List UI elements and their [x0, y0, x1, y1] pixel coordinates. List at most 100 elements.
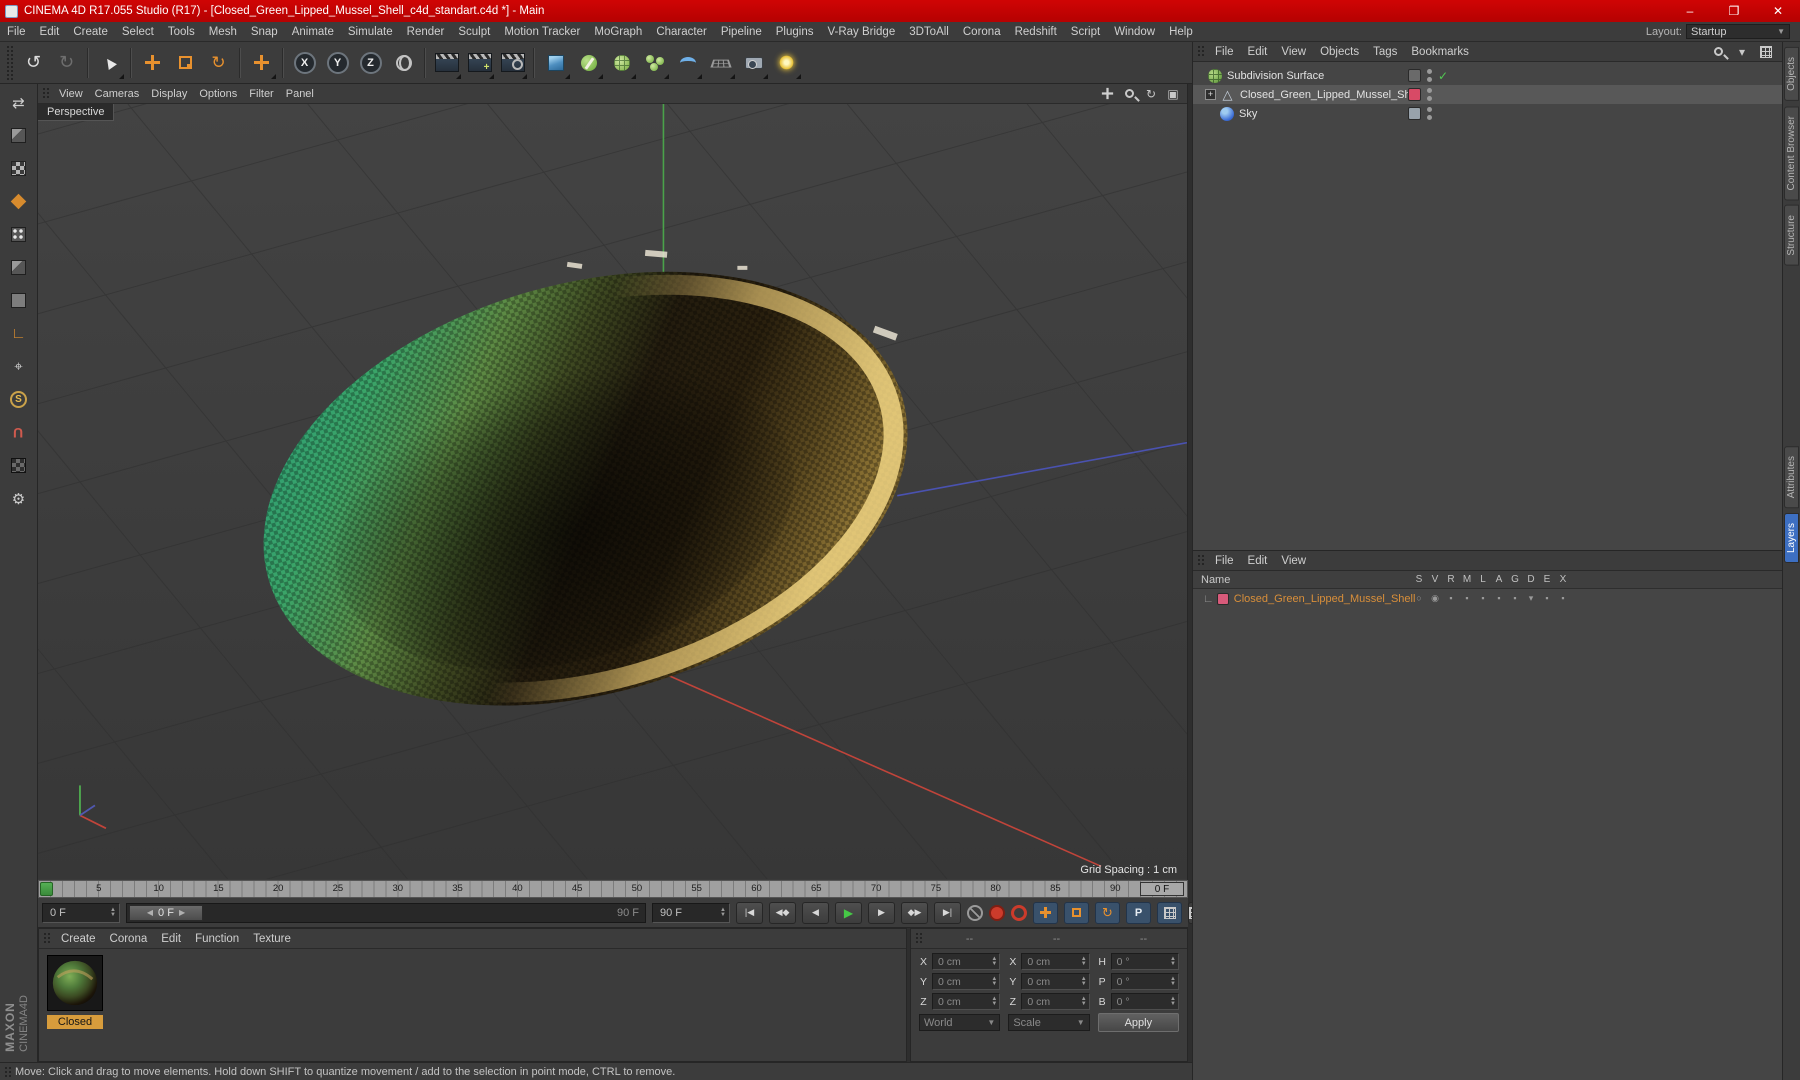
object-row-mussel-shell[interactable]: + △ Closed_Green_Lipped_Mussel_Shell — [1193, 85, 1782, 104]
tab-content-browser[interactable]: Content Browser — [1784, 105, 1799, 201]
visibility-dots[interactable] — [1427, 69, 1432, 82]
spinner-arrows-icon[interactable]: ▲ ▼ — [714, 907, 726, 918]
tab-attributes[interactable]: Attributes — [1784, 445, 1799, 509]
menu-snap[interactable]: Snap — [244, 26, 285, 38]
viewport-rotate-icon[interactable]: ↻ — [1143, 86, 1159, 102]
tab-structure[interactable]: Structure — [1784, 205, 1799, 266]
redo-button[interactable]: ↻ — [50, 45, 83, 81]
undo-button[interactable]: ↺ — [17, 45, 50, 81]
coordinate-system-select[interactable]: World ▼ — [919, 1014, 1001, 1031]
minimize-button[interactable]: – — [1668, 0, 1712, 22]
layer-row-mussel-shell[interactable]: ∟ Closed_Green_Lipped_Mussel_Shell ○ ◉ ▪ ▪ ▪… — [1193, 589, 1782, 608]
apply-button[interactable]: Apply — [1097, 1013, 1179, 1032]
key-rotation-toggle[interactable]: ↻ — [1095, 901, 1120, 924]
mograph-menu-button[interactable] — [638, 45, 671, 81]
position-header[interactable]: -- — [926, 933, 1013, 945]
vp-menu-filter[interactable]: Filter — [243, 88, 279, 100]
polygons-mode-button[interactable] — [3, 285, 35, 316]
col-solo[interactable]: S — [1411, 574, 1427, 585]
timeline-ruler[interactable]: 5 10 15 20 25 30 35 40 45 50 55 60 65 70… — [38, 880, 1188, 898]
pos-x-field[interactable]: 0 cm ▲ ▼ — [932, 953, 1001, 970]
mat-menu-edit[interactable]: Edit — [154, 933, 188, 945]
workplane-mode-button[interactable] — [3, 186, 35, 217]
edges-mode-button[interactable] — [3, 252, 35, 283]
snap-toggle-button[interactable]: S — [3, 384, 35, 415]
menu-tools[interactable]: Tools — [161, 26, 202, 38]
viewport-3d-scene[interactable] — [38, 104, 1187, 880]
size-header[interactable]: -- — [1013, 933, 1100, 945]
viewport-label[interactable]: Perspective — [38, 104, 115, 121]
menu-mograph[interactable]: MoGraph — [587, 26, 649, 38]
prev-frame-button[interactable]: ◀ — [802, 901, 829, 924]
layer-toggle-icons[interactable]: ○ ◉ ▪ ▪ ▪ ▪ ▪ ▾ ▪ ▪ — [1411, 593, 1571, 604]
mat-menu-function[interactable]: Function — [188, 933, 246, 945]
object-row-sky[interactable]: Sky — [1193, 104, 1782, 123]
expand-icon[interactable]: + — [1205, 89, 1216, 100]
col-locked[interactable]: L — [1475, 574, 1491, 585]
vp-menu-view[interactable]: View — [53, 88, 89, 100]
vp-menu-display[interactable]: Display — [145, 88, 193, 100]
viewport-grip[interactable] — [42, 87, 49, 100]
rot-p-field[interactable]: 0 ° ▲ ▼ — [1110, 973, 1179, 990]
col-xref[interactable]: X — [1555, 574, 1571, 585]
layer-chip-icon[interactable] — [1408, 69, 1421, 82]
pos-y-field[interactable]: 0 cm ▲ ▼ — [932, 973, 1001, 990]
current-frame-box[interactable]: 0 F — [1140, 882, 1184, 896]
om-menu-file[interactable]: File — [1208, 46, 1241, 58]
scale-button[interactable] — [169, 45, 202, 81]
menu-corona[interactable]: Corona — [956, 26, 1008, 38]
move-button[interactable] — [136, 45, 169, 81]
title-bar[interactable]: CINEMA 4D R17.055 Studio (R17) - [Closed… — [0, 0, 1800, 22]
viewport-zoom-icon[interactable] — [1121, 86, 1137, 102]
material-tag-icon[interactable] — [1408, 88, 1421, 101]
visibility-dots[interactable] — [1427, 88, 1432, 101]
axis-mode-button[interactable]: ∟ — [3, 318, 35, 349]
enabled-check-icon[interactable]: ✓ — [1438, 69, 1448, 83]
key-position-toggle[interactable] — [1033, 901, 1058, 924]
lock-z-button[interactable]: Z — [354, 45, 387, 81]
pos-z-field[interactable]: 0 cm ▲ ▼ — [932, 993, 1001, 1010]
menu-vray-bridge[interactable]: V-Ray Bridge — [820, 26, 902, 38]
lock-y-button[interactable]: Y — [321, 45, 354, 81]
om-menu-view[interactable]: View — [1274, 46, 1313, 58]
render-settings-button[interactable] — [496, 45, 529, 81]
size-x-field[interactable]: 0 cm ▲ ▼ — [1021, 953, 1090, 970]
vp-menu-panel[interactable]: Panel — [280, 88, 320, 100]
keyframe-selection-button[interactable] — [1011, 904, 1027, 921]
power-slider-handle[interactable]: ◀ 0 F ▶ — [129, 904, 203, 921]
menu-redshift[interactable]: Redshift — [1008, 26, 1064, 38]
rotation-header[interactable]: -- — [1100, 933, 1187, 945]
lights-menu-button[interactable] — [770, 45, 803, 81]
rot-b-field[interactable]: 0 ° ▲ ▼ — [1110, 993, 1179, 1010]
viewport-canvas[interactable]: Perspective Grid Spacing : 1 cm — [38, 104, 1187, 880]
magnet-snap-button[interactable]: U — [3, 417, 35, 448]
col-generators[interactable]: G — [1507, 574, 1523, 585]
prev-key-button[interactable]: ◀◆ — [769, 901, 796, 924]
model-mode-button[interactable] — [3, 120, 35, 151]
playhead[interactable] — [40, 882, 53, 896]
col-render[interactable]: R — [1443, 574, 1459, 585]
object-row-subdivision-surface[interactable]: Subdivision Surface ✓ — [1193, 66, 1782, 85]
vp-menu-cameras[interactable]: Cameras — [89, 88, 146, 100]
goto-end-button[interactable]: ▶| — [934, 901, 961, 924]
spinner-arrows-icon[interactable]: ▲ ▼ — [104, 907, 116, 918]
panel-grip[interactable] — [915, 932, 922, 945]
generators-menu-button[interactable] — [605, 45, 638, 81]
arrow-left-icon[interactable]: ◀ — [147, 908, 153, 917]
maximize-button[interactable]: ❐ — [1712, 0, 1756, 22]
menu-sculpt[interactable]: Sculpt — [451, 26, 497, 38]
workplane-lock-button[interactable] — [3, 450, 35, 481]
col-managers[interactable]: M — [1459, 574, 1475, 585]
menu-motion-tracker[interactable]: Motion Tracker — [497, 26, 587, 38]
om-menu-bookmarks[interactable]: Bookmarks — [1404, 46, 1476, 58]
tab-objects[interactable]: Objects — [1784, 47, 1799, 101]
make-editable-button[interactable]: ⇄ — [3, 87, 35, 118]
material-thumbnail[interactable] — [47, 955, 103, 1011]
menu-pipeline[interactable]: Pipeline — [714, 26, 769, 38]
menu-3dtoall[interactable]: 3DToAll — [902, 26, 956, 38]
panel-options-icon[interactable] — [1758, 44, 1774, 60]
menu-animate[interactable]: Animate — [285, 26, 341, 38]
render-view-button[interactable] — [430, 45, 463, 81]
points-mode-button[interactable] — [3, 219, 35, 250]
texture-mode-button[interactable] — [3, 153, 35, 184]
